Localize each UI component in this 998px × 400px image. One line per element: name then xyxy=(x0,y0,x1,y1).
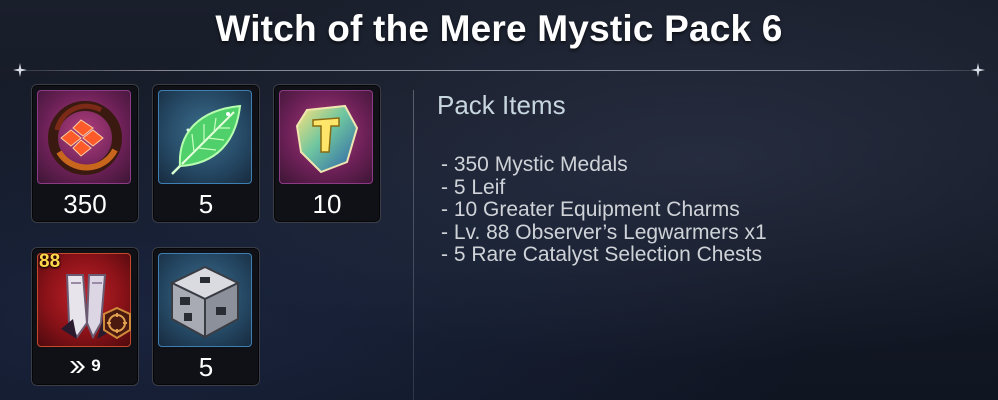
class-emblem-icon xyxy=(103,306,131,340)
item-slot-mystic-medals[interactable]: 350 xyxy=(31,84,139,223)
list-item: - Lv. 88 Observer’s Legwarmers x1 xyxy=(441,220,767,244)
item-quantity: 5 xyxy=(198,189,214,219)
divider-sparkle-icon xyxy=(971,63,985,77)
item-level: 88 xyxy=(39,251,61,272)
item-slot-leif[interactable]: 5 xyxy=(152,84,260,223)
enhance-arrow-icon xyxy=(70,361,86,373)
item-quantity: 350 xyxy=(63,189,107,219)
list-item: - 350 Mystic Medals xyxy=(441,153,628,176)
pack-items-list: - 350 Mystic Medals - 5 Leif - 10 Greate… xyxy=(441,153,767,267)
enhance-level: 9 xyxy=(32,356,138,376)
header-divider xyxy=(22,70,978,71)
list-item: - 5 Rare Catalyst Selection Chests xyxy=(441,243,762,266)
leif-leaf-icon xyxy=(158,90,252,184)
item-slot-legwarmers[interactable]: 88 9 xyxy=(31,247,139,386)
item-quantity: 5 xyxy=(198,352,214,382)
mystic-medal-icon xyxy=(37,90,131,184)
pack-items-heading: Pack Items xyxy=(437,90,566,120)
item-slot-equipment-charms[interactable]: 10 xyxy=(273,84,381,223)
pack-title: Witch of the Mere Mystic Pack 6 xyxy=(215,8,783,49)
list-item: - 10 Greater Equipment Charms xyxy=(441,198,740,221)
enhance-value: 9 xyxy=(91,356,101,375)
panel-divider xyxy=(413,90,414,400)
item-quantity: 10 xyxy=(312,189,342,219)
item-slot-catalyst-chests[interactable]: 5 xyxy=(152,247,260,386)
catalyst-chest-icon xyxy=(158,253,252,347)
list-item: - 5 Leif xyxy=(441,175,506,199)
equipment-charm-icon xyxy=(279,90,373,184)
